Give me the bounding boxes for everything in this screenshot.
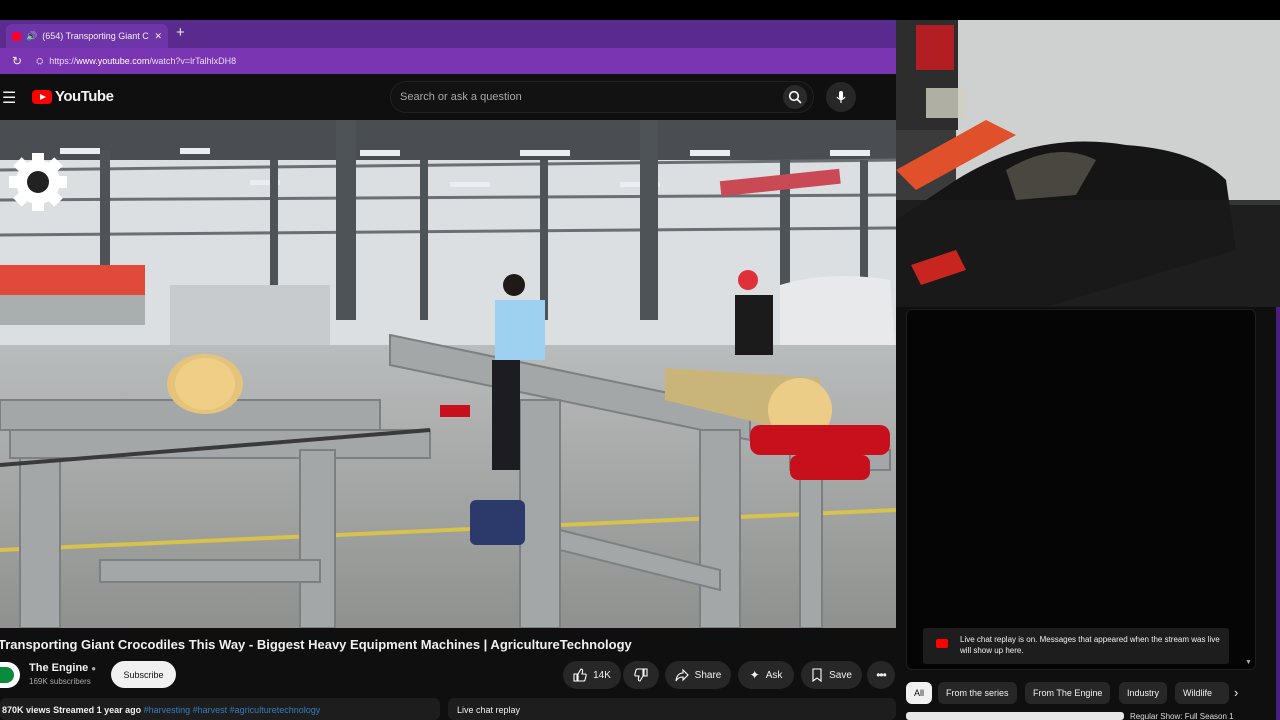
hashtags[interactable]: #harvesting #harvest #agriculturetechnol… (144, 705, 321, 715)
chat-replay-text: Live chat replay is on. Messages that ap… (960, 635, 1220, 655)
settings-gear-icon[interactable] (9, 153, 67, 211)
like-button[interactable]: 14K (563, 661, 621, 689)
channel-name[interactable]: The Engine (29, 662, 88, 674)
tab-youtube[interactable]: 🔊 (654) Transporting Giant Croc ✕ (6, 24, 168, 48)
right-sidebar: Live chat replay is on. Messages that ap… (896, 307, 1280, 720)
chevron-right-icon[interactable]: › (1234, 685, 1238, 700)
more-button[interactable]: ••• (867, 661, 895, 689)
video-player[interactable] (0, 120, 896, 628)
chip-from-the-series[interactable]: From the series (938, 682, 1017, 704)
view-count: 870K views (2, 705, 51, 715)
dislike-button[interactable] (623, 661, 659, 689)
search-placeholder: Search or ask a question (400, 91, 522, 103)
reload-icon[interactable]: ↻ (12, 54, 22, 68)
next-video-title[interactable]: Regular Show: Full Season 1 (1130, 712, 1234, 720)
channel-avatar[interactable] (0, 662, 20, 688)
chip-wildlife[interactable]: Wildlife (1175, 682, 1229, 704)
lock-icon[interactable]: ⛭ (36, 56, 43, 67)
audio-playing-icon[interactable]: 🔊 (26, 31, 37, 42)
save-button[interactable]: Save (801, 661, 862, 689)
new-tab-button[interactable]: + (176, 24, 185, 41)
description-box[interactable]: 870K views Streamed 1 year ago #harvesti… (0, 698, 440, 720)
chip-from-the-engine[interactable]: From The Engine (1025, 682, 1111, 704)
tab-title: (654) Transporting Giant Croc (42, 31, 150, 41)
subscribe-button[interactable]: Subscribe (111, 661, 176, 688)
live-chat-replay-header[interactable]: Live chat replay (448, 698, 896, 720)
search-input[interactable]: Search or ask a question (390, 81, 814, 113)
save-label: Save (829, 669, 852, 681)
url-field[interactable]: https://www.youtube.com/watch?v=lrTalhlx… (49, 56, 236, 66)
channel-row: The Engine ● 169K subscribers Subscribe 1… (0, 660, 896, 696)
webcam-frame (896, 20, 1280, 307)
like-count: 14K (593, 669, 611, 681)
next-video-thumbnail[interactable] (906, 712, 1124, 720)
webcam-overlay (896, 20, 1280, 307)
youtube-play-icon (32, 89, 52, 104)
video-title: Transporting Giant Crocodiles This Way -… (0, 637, 632, 652)
save-icon (812, 668, 822, 682)
stream-date: Streamed 1 year ago (53, 705, 142, 715)
youtube-header: ☰ YouTube Search or ask a question (0, 74, 896, 120)
tab-bar: 🔊 (654) Transporting Giant Croc ✕ + (0, 20, 896, 48)
live-chat-replay-label: Live chat replay (457, 705, 521, 715)
youtube-icon (936, 639, 948, 648)
video-frame-factory (0, 120, 896, 628)
live-chat-panel[interactable] (906, 309, 1256, 670)
channel-name-row[interactable]: The Engine ● (29, 662, 96, 674)
ask-icon: ✦ (749, 668, 760, 682)
close-tab-icon[interactable]: ✕ (154, 31, 162, 42)
youtube-logo[interactable]: YouTube (32, 88, 114, 105)
more-icon: ••• (876, 668, 887, 682)
ask-button[interactable]: ✦ Ask (738, 661, 794, 689)
chip-industry[interactable]: Industry (1119, 682, 1168, 704)
search-icon[interactable] (783, 85, 807, 109)
share-icon (675, 668, 689, 682)
mic-icon[interactable] (826, 82, 856, 112)
menu-icon[interactable]: ☰ (2, 88, 16, 108)
chevron-down-icon[interactable]: ▼ (1245, 659, 1252, 666)
browser-window: 🔊 (654) Transporting Giant Croc ✕ + ↻ ⛭ … (0, 20, 896, 720)
share-label: Share (694, 669, 722, 681)
dislike-icon (634, 668, 648, 682)
share-button[interactable]: Share (665, 661, 731, 689)
window-edge (1276, 307, 1280, 720)
like-icon (573, 668, 587, 682)
chip-all[interactable]: All (906, 682, 933, 704)
youtube-favicon-icon (12, 31, 21, 41)
address-bar: ↻ ⛭ https://www.youtube.com/watch?v=lrTa… (0, 48, 896, 74)
youtube-logo-text: YouTube (55, 88, 114, 105)
chat-replay-notice: Live chat replay is on. Messages that ap… (923, 628, 1229, 664)
verified-icon: ● (91, 664, 97, 673)
subscriber-count: 169K subscribers (29, 677, 91, 686)
filter-chips: All From the series From The Engine Indu… (896, 682, 1280, 704)
ask-label: Ask (765, 669, 783, 681)
